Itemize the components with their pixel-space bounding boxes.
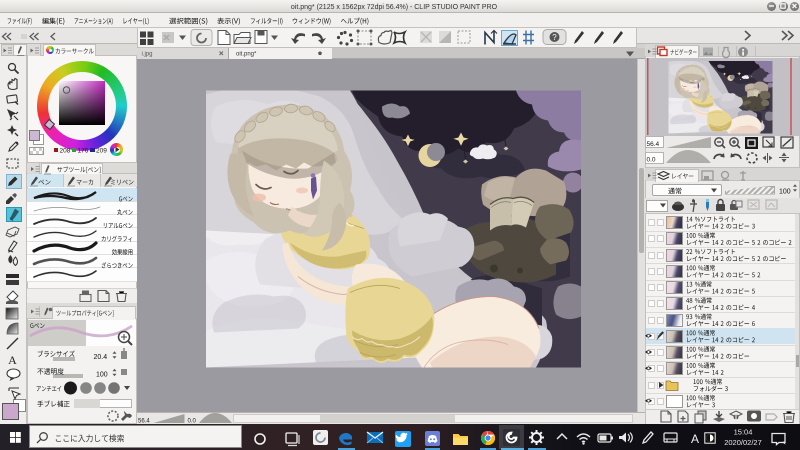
svg-text:A: A bbox=[8, 353, 17, 367]
svg-text:oit.png* (2125 x 1562px 72dpi: oit.png* (2125 x 1562px 72dpi 56.4%) - C… bbox=[291, 4, 498, 11]
svg-text:100: 100 bbox=[96, 372, 108, 379]
svg-text:176: 176 bbox=[78, 148, 89, 155]
svg-text:20.4: 20.4 bbox=[94, 354, 108, 361]
svg-text:i.jpg: i.jpg bbox=[142, 52, 153, 58]
svg-text:56.4: 56.4 bbox=[138, 419, 150, 425]
svg-text:100: 100 bbox=[779, 189, 791, 196]
svg-text:15:04: 15:04 bbox=[734, 428, 753, 437]
svg-text:?: ? bbox=[552, 33, 557, 42]
svg-text:oit.png*: oit.png* bbox=[236, 52, 257, 58]
svg-text:0.0: 0.0 bbox=[188, 419, 197, 425]
svg-text:209: 209 bbox=[96, 148, 107, 155]
svg-text:56.4: 56.4 bbox=[647, 141, 660, 148]
svg-text:208: 208 bbox=[60, 148, 71, 155]
svg-text:0.0: 0.0 bbox=[647, 157, 656, 164]
svg-text:A: A bbox=[691, 432, 699, 446]
svg-text:2020/02/27: 2020/02/27 bbox=[724, 438, 762, 447]
